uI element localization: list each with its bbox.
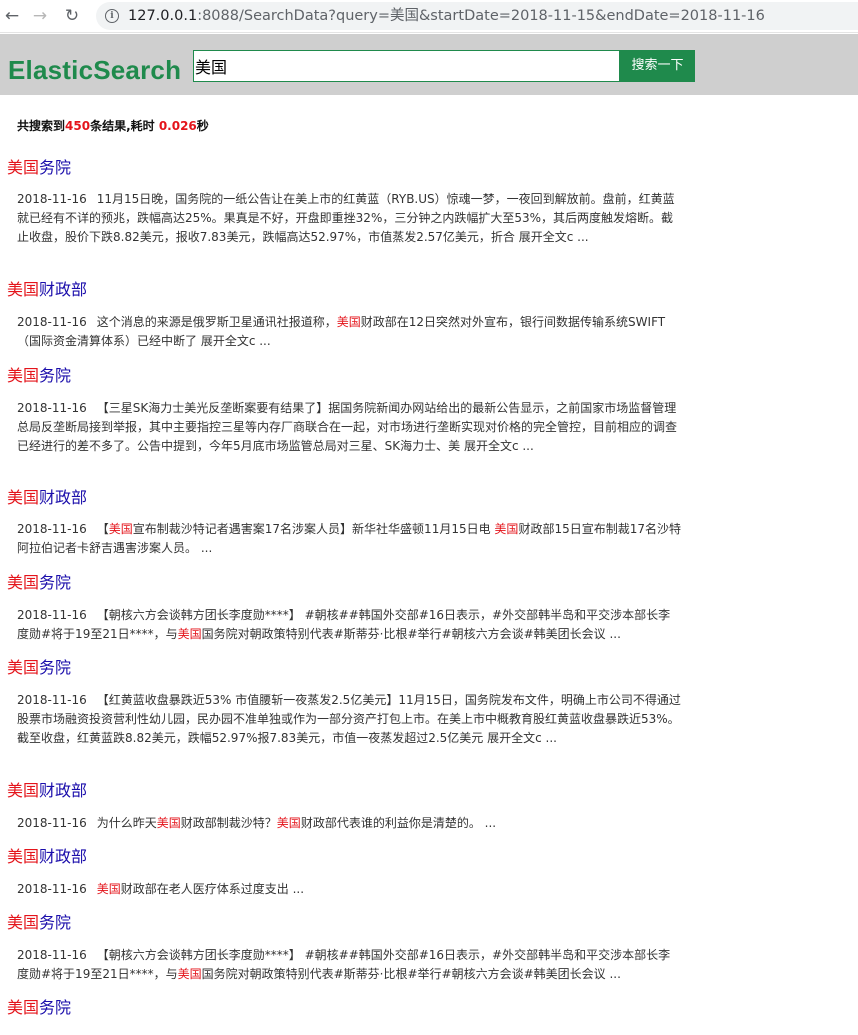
result-date: 2018-11-16: [17, 192, 87, 206]
keyword-highlight: 美国: [336, 315, 361, 329]
result-title-link[interactable]: 美国财政部: [7, 280, 87, 300]
result-snippet: 2018-11-16 11月15日晚，国务院的一纸公告让在美上市的红黄蓝（RYB.…: [17, 190, 682, 247]
result-snippet: 2018-11-16 为什么昨天美国财政部制裁沙特？美国财政部代表谁的利益你是清楚…: [17, 814, 682, 833]
title-rest: 财政部: [39, 280, 88, 299]
result-title-link[interactable]: 美国务院: [7, 573, 71, 593]
title-rest: 财政部: [39, 781, 88, 800]
title-rest: 务院: [39, 366, 72, 385]
title-keyword: 美国: [7, 998, 40, 1017]
result-date: 2018-11-16: [17, 816, 87, 830]
result-text: 【美国宣布制裁沙特记者遇害案17名涉案人员】新华社华盛顿11月15日电 美国财政…: [17, 522, 681, 555]
result-title-link[interactable]: 美国务院: [7, 158, 71, 178]
result-text: 为什么昨天美国财政部制裁沙特？美国财政部代表谁的利益你是清楚的。 ...: [96, 816, 497, 830]
title-keyword: 美国: [7, 658, 40, 677]
result-snippet: 2018-11-16 【美国宣布制裁沙特记者遇害案17名涉案人员】新华社华盛顿11…: [17, 520, 682, 558]
title-rest: 务院: [39, 998, 72, 1017]
result-title-link[interactable]: 美国务院: [7, 913, 71, 933]
result-snippet: 2018-11-16 美国财政部在老人医疗体系过度支出 ...: [17, 880, 682, 899]
title-keyword: 美国: [7, 847, 40, 866]
result-text: 【红黄蓝收盘暴跌近53% 市值腰斩一夜蒸发2.5亿美元】11月15日，国务院发布…: [17, 693, 681, 745]
result-text: 11月15日晚，国务院的一纸公告让在美上市的红黄蓝（RYB.US）惊魂一梦，一夜…: [17, 192, 675, 244]
keyword-highlight: 美国: [177, 967, 202, 981]
result-title-link[interactable]: 美国务院: [7, 366, 71, 386]
result-list: 美国务院 2018-11-16 11月15日晚，国务院的一纸公告让在美上市的红黄蓝（…: [0, 0, 858, 1035]
result-date: 2018-11-16: [17, 522, 87, 536]
result-text: 【朝核六方会谈韩方团长李度勋****】 #朝核##韩国外交部#16日表示，#外交…: [17, 608, 671, 641]
result-date: 2018-11-16: [17, 315, 87, 329]
result-date: 2018-11-16: [17, 608, 87, 622]
result-text: 【朝核六方会谈韩方团长李度勋****】 #朝核##韩国外交部#16日表示，#外交…: [17, 948, 671, 981]
result-text: 美国财政部在老人医疗体系过度支出 ...: [96, 882, 305, 896]
title-keyword: 美国: [7, 781, 40, 800]
result-title-link[interactable]: 美国财政部: [7, 781, 87, 801]
keyword-highlight: 美国: [96, 882, 121, 896]
result-date: 2018-11-16: [17, 882, 87, 896]
keyword-highlight: 美国: [276, 816, 301, 830]
keyword-highlight: 美国: [156, 816, 181, 830]
title-rest: 务院: [39, 913, 72, 932]
result-title-link[interactable]: 美国财政部: [7, 488, 87, 508]
result-snippet: 2018-11-16 【红黄蓝收盘暴跌近53% 市值腰斩一夜蒸发2.5亿美元】11…: [17, 691, 682, 748]
result-text: 这个消息的来源是俄罗斯卫星通讯社报道称，美国财政部在12日突然对外宣布，银行间数…: [17, 315, 666, 348]
result-date: 2018-11-16: [17, 401, 87, 415]
title-rest: 务院: [39, 573, 72, 592]
result-date: 2018-11-16: [17, 948, 87, 962]
title-rest: 务院: [39, 158, 72, 177]
result-snippet: 2018-11-16 【朝核六方会谈韩方团长李度勋****】 #朝核##韩国外交部…: [17, 606, 682, 644]
keyword-highlight: 美国: [494, 522, 519, 536]
keyword-highlight: 美国: [177, 627, 202, 641]
result-text: 【三星SK海力士美光反垄断案要有结果了】据国务院新闻办网站给出的最新公告显示，之…: [17, 401, 678, 453]
title-keyword: 美国: [7, 913, 40, 932]
title-rest: 财政部: [39, 488, 88, 507]
title-rest: 财政部: [39, 847, 88, 866]
result-title-link[interactable]: 美国务院: [7, 658, 71, 678]
keyword-highlight: 美国: [108, 522, 133, 536]
result-title-link[interactable]: 美国务院: [7, 998, 71, 1018]
title-keyword: 美国: [7, 573, 40, 592]
title-keyword: 美国: [7, 366, 40, 385]
result-snippet: 2018-11-16 【朝核六方会谈韩方团长李度勋****】 #朝核##韩国外交部…: [17, 946, 682, 984]
result-snippet: 2018-11-16 这个消息的来源是俄罗斯卫星通讯社报道称，美国财政部在12日突…: [17, 313, 682, 351]
title-keyword: 美国: [7, 158, 40, 177]
result-title-link[interactable]: 美国财政部: [7, 847, 87, 867]
title-rest: 务院: [39, 658, 72, 677]
title-keyword: 美国: [7, 280, 40, 299]
result-snippet: 2018-11-16 【三星SK海力士美光反垄断案要有结果了】据国务院新闻办网站给…: [17, 399, 682, 456]
result-date: 2018-11-16: [17, 693, 87, 707]
title-keyword: 美国: [7, 488, 40, 507]
